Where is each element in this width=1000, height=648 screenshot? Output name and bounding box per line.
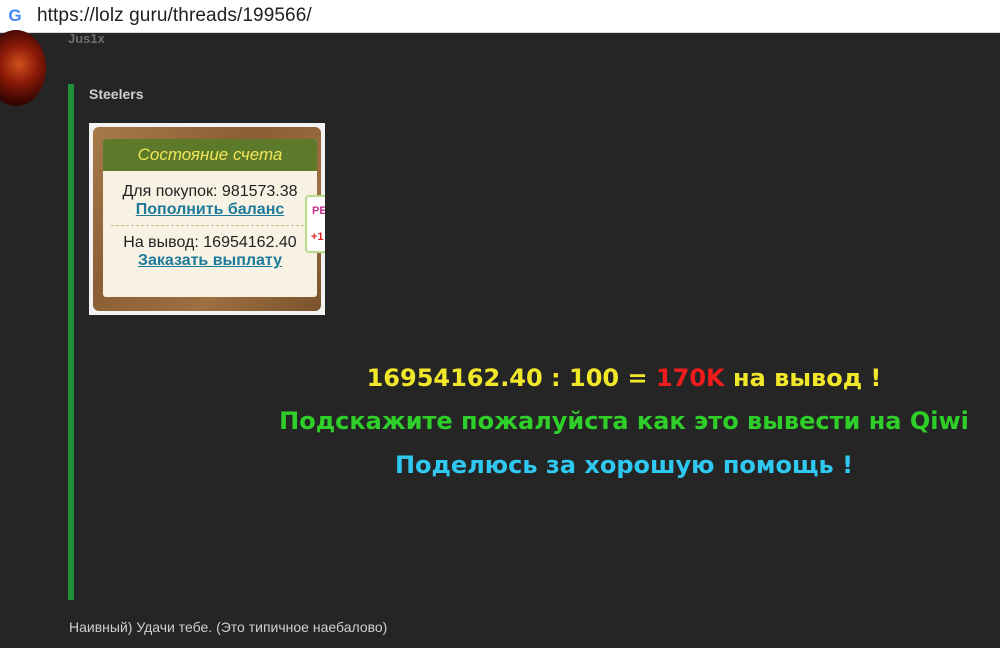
avatar[interactable] [0, 30, 46, 106]
purchase-balance: Для покупок: 981573.38 [122, 183, 298, 200]
wood-frame: Состояние счета Для покупок: 981573.38 П… [93, 127, 325, 311]
message-line-3: Поделюсь за хорошую помощь ! [394, 451, 854, 479]
message-line-1: 16954162.40 : 100 = 170K на вывод ! [74, 364, 1000, 392]
quoted-image[interactable]: Состояние счета Для покупок: 981573.38 П… [89, 123, 325, 315]
side-badge: РЕ +1 [305, 195, 325, 253]
url-text[interactable]: https://lolz guru/threads/199566/ [37, 5, 312, 27]
quote-author[interactable]: Steelers [89, 86, 143, 102]
account-panel: Состояние счета Для покупок: 981573.38 П… [103, 139, 317, 297]
line1-prefix: 16954162.40 : 100 = [366, 364, 656, 392]
reply-text: Наивный) Удачи тебе. (Это типичное наеба… [69, 619, 388, 635]
withdraw-balance: На вывод: 16954162.40 [123, 234, 297, 251]
line1-suffix: на вывод ! [724, 364, 882, 392]
address-bar[interactable]: G https://lolz guru/threads/199566/ [0, 0, 1000, 33]
payout-link: Заказать выплату [137, 252, 283, 269]
badge-bottom: +1 [311, 231, 324, 243]
quote-bar [68, 84, 74, 600]
badge-top: РЕ [312, 205, 325, 217]
google-g-icon: G [8, 6, 22, 25]
line1-highlight: 170K [655, 364, 725, 392]
post-author[interactable]: Jus1x [68, 31, 105, 46]
divider [111, 225, 309, 226]
message-line-2: Подскажите пожалуйста как это вывести на… [279, 407, 969, 435]
topup-link: Пополнить баланс [135, 201, 285, 218]
account-header: Состояние счета [103, 139, 317, 171]
